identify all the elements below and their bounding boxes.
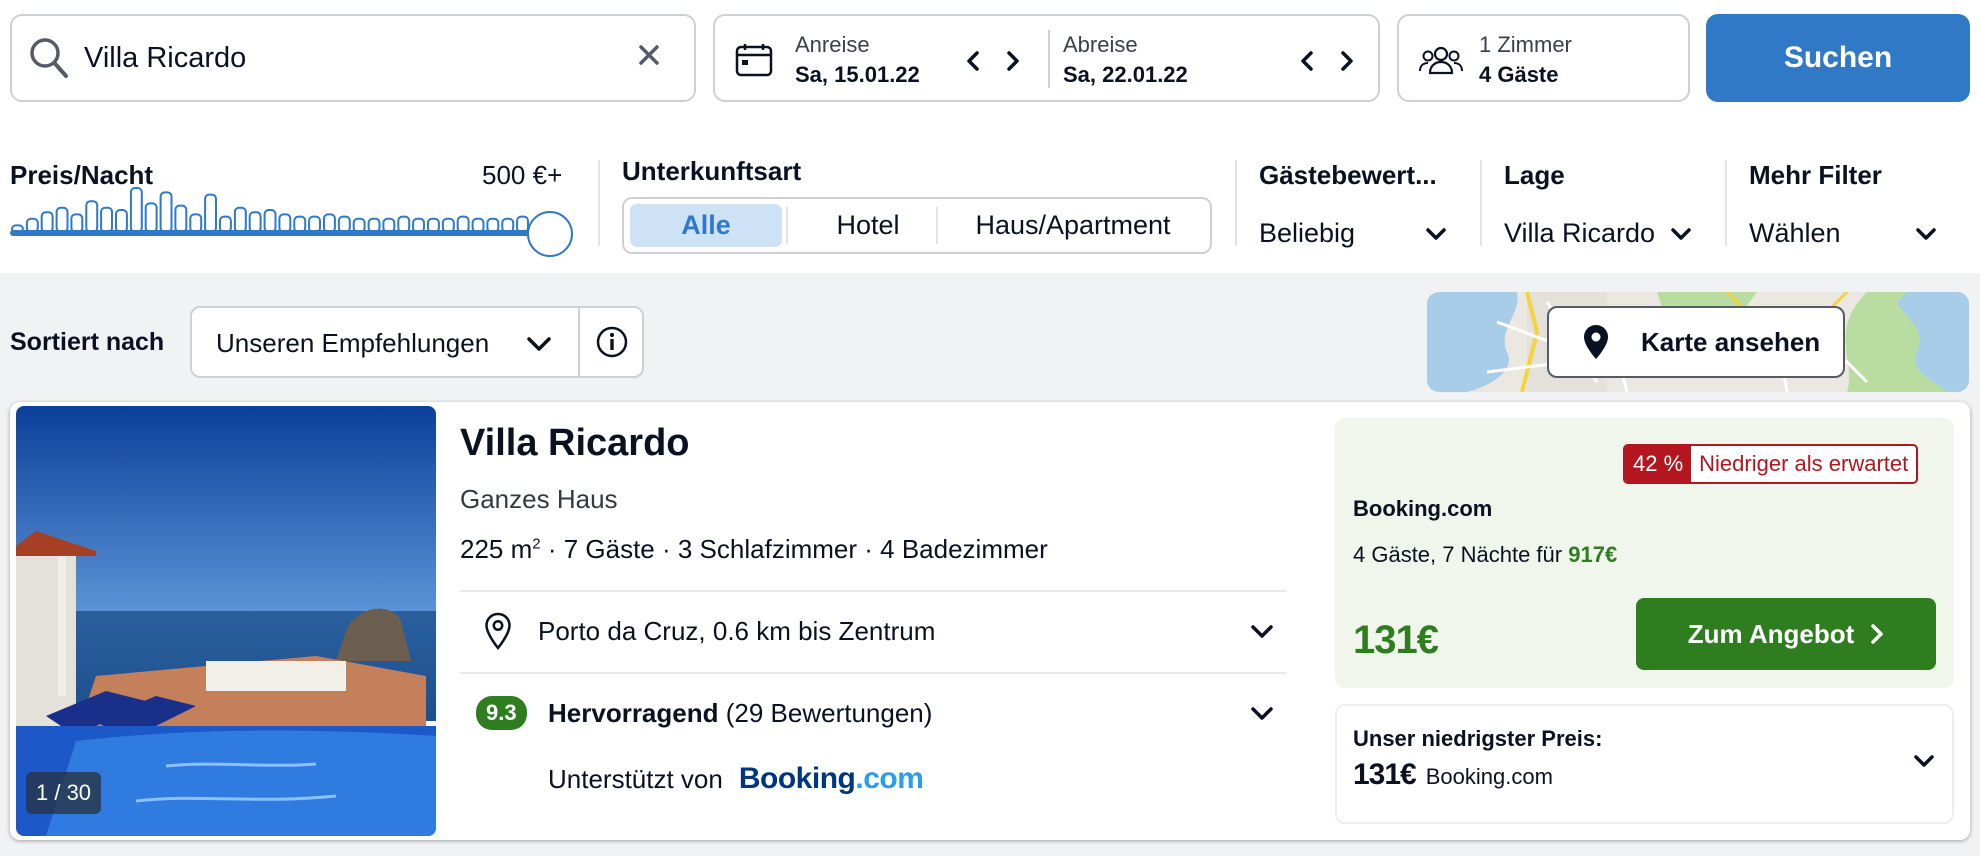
histogram-bar [159, 191, 173, 232]
photo-counter: 1 / 30 [26, 772, 102, 814]
rating-filter-value: Beliebig [1259, 218, 1356, 248]
histogram-bar [263, 209, 277, 232]
sort-label: Sortiert nach [10, 328, 165, 356]
guests-icon [1419, 44, 1463, 81]
booking-logo: Booking.com [738, 762, 924, 795]
listing-title[interactable]: Villa Ricardo [460, 422, 690, 465]
rating-filter-label: Gästebewert... [1259, 160, 1437, 190]
location-filter-value: Villa Ricardo [1504, 218, 1656, 248]
location-filter[interactable]: Lage Villa Ricardo [1504, 160, 1704, 250]
location-pin-icon [1583, 324, 1609, 360]
rating-badge: 9.3 [476, 696, 527, 730]
location-row[interactable]: Porto da Cruz, 0.6 km bis Zentrum [460, 592, 1286, 672]
histogram-bar [144, 202, 158, 232]
histogram-bar [174, 204, 188, 232]
checkout-next-icon[interactable] [1339, 50, 1355, 72]
info-icon[interactable] [596, 326, 628, 363]
type-option-hotel[interactable]: Hotel [788, 204, 948, 247]
rating-filter[interactable]: Gästebewert... Beliebig [1259, 160, 1449, 250]
chevron-down-icon [1250, 706, 1274, 727]
supported-by-label: Unterstützt von [548, 764, 723, 794]
chevron-down-icon [1915, 226, 1937, 247]
listing-type: Ganzes Haus [460, 484, 618, 514]
price-histogram [11, 187, 529, 232]
checkin-label: Anreise [795, 32, 870, 57]
type-segmented-control[interactable]: Alle Hotel Haus/Apartment [622, 197, 1212, 254]
date-picker[interactable]: Anreise Sa, 15.01.22 Abreise Sa, 22.01.2… [713, 14, 1380, 102]
checkout-label: Abreise [1063, 32, 1138, 57]
offer-provider: Booking.com [1353, 496, 1493, 521]
checkout-prev-icon[interactable] [1299, 50, 1315, 72]
histogram-bar [100, 206, 113, 232]
checkout-value: Sa, 22.01.22 [1063, 62, 1188, 87]
listing-area: 225 m [460, 534, 533, 564]
listing-photo[interactable]: 1 / 30 [16, 406, 436, 836]
price-slider-handle[interactable] [527, 211, 573, 257]
price-slider-track[interactable] [10, 230, 550, 236]
checkout-field[interactable]: Abreise Sa, 22.01.22 [1063, 32, 1188, 88]
chevron-right-icon [1870, 623, 1884, 645]
guests-picker[interactable]: 1 Zimmer 4 Gäste [1397, 14, 1690, 102]
chevron-down-icon [1913, 754, 1935, 775]
offer-box[interactable]: 42 % Niedriger als erwartet Booking.com … [1335, 418, 1954, 688]
rating-text: Hervorragend (29 Bewertungen) [548, 698, 932, 729]
deal-percent: 42 % [1625, 446, 1692, 482]
offer-price: 131€ [1353, 618, 1439, 662]
offer-stay: 4 Gäste, 7 Nächte für 917€ [1353, 542, 1617, 568]
location-pin-icon [484, 612, 512, 655]
histogram-bar [115, 209, 128, 232]
histogram-bar [55, 206, 69, 232]
offer-cta-label: Zum Angebot [1687, 618, 1855, 649]
lowest-price-value: 131€ [1353, 758, 1417, 791]
type-option-all[interactable]: Alle [630, 204, 782, 247]
deal-badge: 42 % Niedriger als erwartet [1623, 444, 1919, 484]
more-filters-value: Wählen [1749, 218, 1841, 248]
histogram-bar [129, 187, 143, 232]
map-view-button[interactable]: Karte ansehen [1547, 306, 1845, 378]
sort-dropdown[interactable]: Unseren Empfehlungen [190, 306, 644, 378]
offer-cta-button[interactable]: Zum Angebot [1636, 598, 1936, 670]
listing-area-unit: 2 [532, 535, 541, 553]
checkin-value: Sa, 15.01.22 [795, 62, 920, 87]
search-box[interactable]: Villa Ricardo [10, 14, 696, 102]
guests-value: 4 Gäste [1479, 62, 1559, 87]
chevron-down-icon [526, 336, 552, 357]
sort-value: Unseren Empfehlungen [216, 328, 490, 358]
lowest-price-label: Unser niedrigster Preis: [1353, 726, 1603, 751]
clear-icon[interactable] [638, 44, 660, 71]
offer-stay-total: 917€ [1568, 542, 1618, 567]
checkin-prev-icon[interactable] [965, 50, 981, 72]
histogram-bar [85, 200, 99, 232]
calendar-icon [735, 43, 773, 82]
rooms-value: 1 Zimmer [1479, 32, 1572, 57]
listing-details: 225 m2 · 7 Gäste · 3 Schlafzimmer · 4 Ba… [460, 534, 1048, 565]
rating-row[interactable]: 9.3 Hervorragend (29 Bewertungen) [460, 674, 1286, 754]
lowest-price-provider: Booking.com [1425, 764, 1553, 789]
rating-label: Hervorragend [548, 698, 719, 728]
checkin-field[interactable]: Anreise Sa, 15.01.22 [795, 32, 920, 88]
location-filter-label: Lage [1504, 160, 1565, 190]
location-text: Porto da Cruz, 0.6 km bis Zentrum [538, 616, 936, 646]
offer-stay-text: 4 Gäste, 7 Nächte für [1353, 542, 1569, 567]
search-button[interactable]: Suchen [1706, 14, 1970, 102]
map-preview[interactable]: Karte ansehen [1427, 292, 1969, 392]
chevron-down-icon [1425, 226, 1447, 247]
histogram-bar [204, 193, 217, 232]
search-icon [28, 36, 70, 85]
type-option-apartment[interactable]: Haus/Apartment [938, 204, 1208, 247]
lowest-price-box[interactable]: Unser niedrigster Preis: 131€ Booking.co… [1335, 704, 1954, 824]
chevron-down-icon [1250, 624, 1274, 645]
checkin-next-icon[interactable] [1005, 50, 1021, 72]
type-filter-label: Unterkunftsart [622, 156, 802, 186]
deal-text: Niedriger als erwartet [1699, 451, 1909, 476]
more-filters-label: Mehr Filter [1749, 160, 1882, 190]
histogram-bar [233, 206, 247, 232]
rating-count: (29 Bewertungen) [725, 698, 933, 728]
map-view-label: Karte ansehen [1641, 326, 1821, 357]
supported-by: Unterstützt von Booking.com [548, 762, 924, 796]
chevron-down-icon [1670, 226, 1692, 247]
listing-features: · 7 Gäste · 3 Schlafzimmer · 4 Badezimme… [540, 534, 1048, 564]
more-filters[interactable]: Mehr Filter Wählen [1749, 160, 1949, 250]
search-input[interactable]: Villa Ricardo [84, 42, 246, 75]
